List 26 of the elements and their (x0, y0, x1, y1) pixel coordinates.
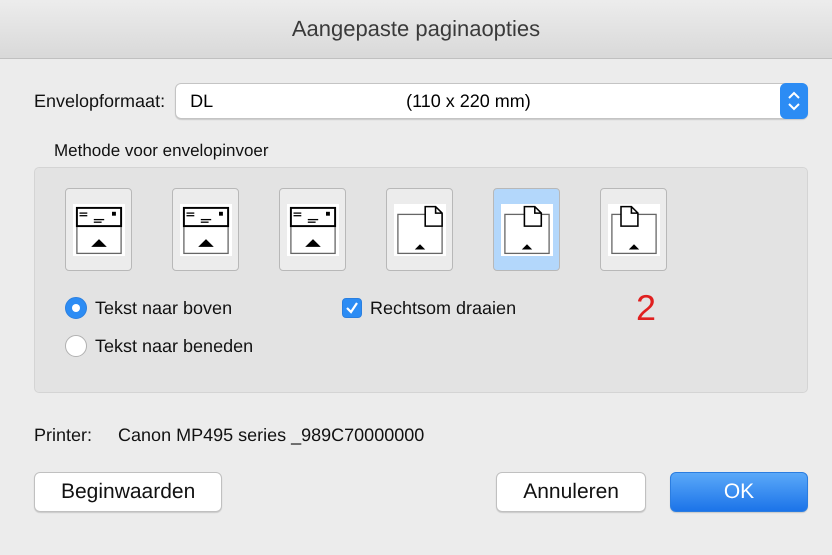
stepper-icon (780, 83, 808, 119)
checkbox[interactable]: Rechtsom draaien (342, 298, 592, 318)
envelope-icon (72, 204, 124, 256)
radio-option[interactable]: Tekst naar beneden (65, 335, 342, 357)
feed-option-button[interactable] (493, 188, 560, 271)
feed-option-button[interactable] (172, 188, 239, 271)
dialog-button[interactable]: Beginwaarden (34, 472, 222, 512)
feed-option-button[interactable] (600, 188, 667, 271)
envelope-icon (180, 204, 232, 256)
printer-name: Canon MP495 series _989C70000000 (118, 425, 424, 446)
printer-label: Printer: (34, 425, 92, 446)
envelope-icon (608, 204, 660, 256)
annotation-number: 2 (636, 287, 658, 329)
feed-option-button[interactable] (279, 188, 346, 271)
feed-option-button[interactable] (65, 188, 132, 271)
envelope-format-label: Envelopformaat: (34, 90, 166, 112)
checkmark-icon (345, 301, 359, 315)
envelope-icon (500, 204, 552, 256)
feed-option-button[interactable] (386, 188, 453, 271)
radio-option[interactable]: Tekst naar boven (65, 297, 342, 319)
window-title: Aangepaste paginaopties (292, 16, 540, 42)
group-title: Methode voor envelopinvoer (54, 141, 270, 161)
envelope-icon (286, 204, 338, 256)
dialog-button[interactable]: Annuleren (496, 472, 646, 512)
envelope-icon (394, 204, 446, 256)
envelope-format-select[interactable]: DL (110 x 220 mm) (175, 83, 808, 119)
